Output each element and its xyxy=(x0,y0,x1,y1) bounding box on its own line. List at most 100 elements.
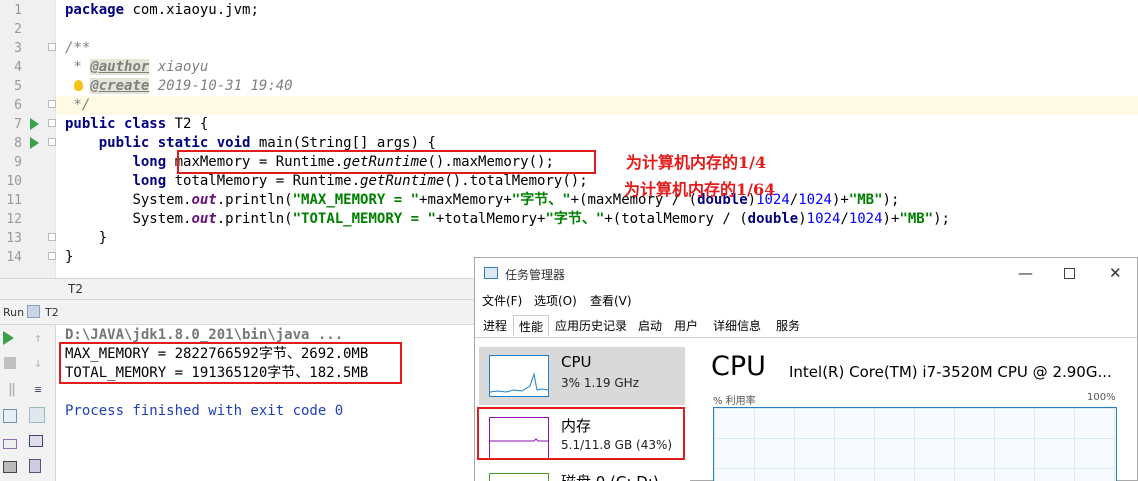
run-toolbar: ‖ ↑ ↓ ≡ xyxy=(0,325,56,481)
run-main-icon[interactable] xyxy=(30,137,39,149)
trash-icon[interactable] xyxy=(3,461,17,473)
cpu-utilization-graph xyxy=(713,407,1117,481)
disk-tile-title: 磁盘 0 (C: D:) xyxy=(561,471,659,481)
line-number: 2 xyxy=(14,22,22,37)
doc-tag: @create xyxy=(90,78,150,94)
editor-breadcrumb: T2 xyxy=(0,278,474,300)
menu-options[interactable]: 选项(O) xyxy=(534,292,577,309)
menu-view[interactable]: 查看(V) xyxy=(590,292,632,309)
number-literal: 1024 xyxy=(806,211,841,227)
code-line-10: long totalMemory = Runtime.getRuntime().… xyxy=(65,172,588,191)
breadcrumb-class[interactable]: T2 xyxy=(68,282,83,296)
code-line-7: public class T2 { xyxy=(65,115,208,134)
graph-max: 100% xyxy=(1087,392,1116,403)
fold-icon[interactable] xyxy=(48,138,56,146)
print-icon[interactable] xyxy=(29,435,43,447)
static-method: getRuntime xyxy=(360,173,445,189)
title-bar: 任务管理器 — ✕ xyxy=(475,258,1137,289)
task-manager-icon xyxy=(484,267,498,279)
stop-icon[interactable] xyxy=(4,357,16,369)
code-text: main(String[] args) { xyxy=(250,135,436,151)
panel-title: CPU xyxy=(711,351,766,382)
tab-startup[interactable]: 启动 xyxy=(633,315,667,337)
string-literal: "MB" xyxy=(899,211,934,227)
line-number: 7 xyxy=(14,117,22,132)
tab-services[interactable]: 服务 xyxy=(771,315,805,337)
line-number: 12 xyxy=(6,212,22,227)
doc-text: 2019-10-31 19:40 xyxy=(149,78,293,94)
cpu-sparkline-graph xyxy=(489,372,549,393)
menu-file[interactable]: 文件(F) xyxy=(482,292,522,309)
cpu-model: Intel(R) Core(TM) i7-3520M CPU @ 2.90G..… xyxy=(789,363,1112,381)
code-text: T2 { xyxy=(166,116,209,132)
maximize-icon[interactable] xyxy=(1064,268,1075,279)
fold-icon[interactable] xyxy=(48,100,56,108)
tab-processes[interactable]: 进程 xyxy=(479,315,511,337)
run-panel-label: Run xyxy=(3,306,25,319)
annotation-total-memory: 为计算机内存的1/64 xyxy=(624,180,776,199)
performance-detail: CPU Intel(R) Core(TM) i7-3520M CPU @ 2.9… xyxy=(691,339,1137,481)
soft-wrap-icon[interactable]: ≡ xyxy=(29,381,47,399)
code-line-1: package com.xiaoyu.jvm; xyxy=(65,1,259,20)
current-line-highlight xyxy=(56,96,1138,115)
close-icon[interactable]: ✕ xyxy=(1109,264,1122,282)
keyword: long xyxy=(132,154,167,170)
scroll-to-end-icon[interactable] xyxy=(29,407,45,423)
number-literal: 1024 xyxy=(848,211,883,227)
tab-details[interactable]: 详细信息 xyxy=(705,315,769,337)
tab-app-history[interactable]: 应用历史记录 xyxy=(551,315,631,337)
cpu-tile-detail: 3% 1.19 GHz xyxy=(561,376,640,390)
line-number: 1 xyxy=(14,3,22,18)
down-arrow-icon[interactable]: ↓ xyxy=(29,355,47,373)
code-line-3: /** xyxy=(65,40,91,56)
code-line-5: @create 2019-10-31 19:40 xyxy=(65,77,293,96)
code-line-14: } xyxy=(65,249,74,265)
code-text: ().totalMemory(); xyxy=(444,173,588,189)
lightbulb-icon[interactable] xyxy=(74,80,83,91)
string-literal: "MB" xyxy=(848,192,883,208)
pause-icon[interactable]: ‖ xyxy=(3,381,21,399)
fold-icon[interactable] xyxy=(48,233,56,241)
doc-text: * xyxy=(65,59,91,75)
keyword: long xyxy=(132,173,167,189)
task-manager-window: 任务管理器 — ✕ 文件(F) 选项(O) 查看(V) 进程 性能 应用历史记录… xyxy=(474,257,1138,481)
layout-icon[interactable] xyxy=(3,409,17,423)
rerun-icon[interactable] xyxy=(3,331,14,345)
fold-icon[interactable] xyxy=(48,252,56,260)
fold-icon[interactable] xyxy=(48,43,56,51)
graph-label: % 利用率 xyxy=(713,396,756,407)
keyword: double xyxy=(747,211,799,227)
menu-bar: 文件(F) 选项(O) 查看(V) xyxy=(475,289,1137,313)
minimize-icon[interactable]: — xyxy=(1018,264,1033,282)
line-number: 3 xyxy=(14,41,22,56)
keyword: public static void xyxy=(98,135,251,151)
string-literal: "字节、" xyxy=(545,211,605,227)
clear-icon[interactable] xyxy=(29,459,41,473)
line-number: 10 xyxy=(6,174,22,189)
line-number: 4 xyxy=(14,60,22,75)
code-line-4: * @author xiaoyu xyxy=(65,58,208,77)
tab-performance[interactable]: 性能 xyxy=(513,315,549,337)
code-line-6: */ xyxy=(65,97,91,113)
pin-icon[interactable] xyxy=(3,439,17,449)
run-class-icon[interactable] xyxy=(30,118,39,130)
code-editor[interactable]: 1 2 3 4 5 6 7 8 9 10 11 12 13 14 package… xyxy=(0,0,1138,278)
string-literal: "字节、" xyxy=(511,192,571,208)
editor-gutter: 1 2 3 4 5 6 7 8 9 10 11 12 13 14 xyxy=(0,0,56,278)
line-number: 14 xyxy=(6,250,22,265)
string-literal: "MAX_MEMORY = " xyxy=(292,192,420,208)
keyword: package xyxy=(65,2,125,18)
up-arrow-icon[interactable]: ↑ xyxy=(29,330,47,348)
highlight-box-maxmemory xyxy=(177,150,596,174)
code-line-12: System.out.println("TOTAL_MEMORY = "+tot… xyxy=(132,211,950,227)
console-output[interactable]: D:\JAVA\jdk1.8.0_201\bin\java ... MAX_ME… xyxy=(56,325,474,481)
tab-users[interactable]: 用户 xyxy=(669,315,703,337)
disk-tile[interactable]: 磁盘 0 (C: D:) xyxy=(479,467,685,481)
fold-icon[interactable] xyxy=(48,119,56,127)
run-panel-header: Run T2 xyxy=(0,300,474,325)
run-tab-name[interactable]: T2 xyxy=(45,306,59,319)
disk-sparkline xyxy=(489,473,549,481)
doc-tag: @author xyxy=(90,59,150,75)
code-line-13: } xyxy=(65,230,108,246)
cpu-tile[interactable]: CPU 3% 1.19 GHz xyxy=(479,347,685,405)
